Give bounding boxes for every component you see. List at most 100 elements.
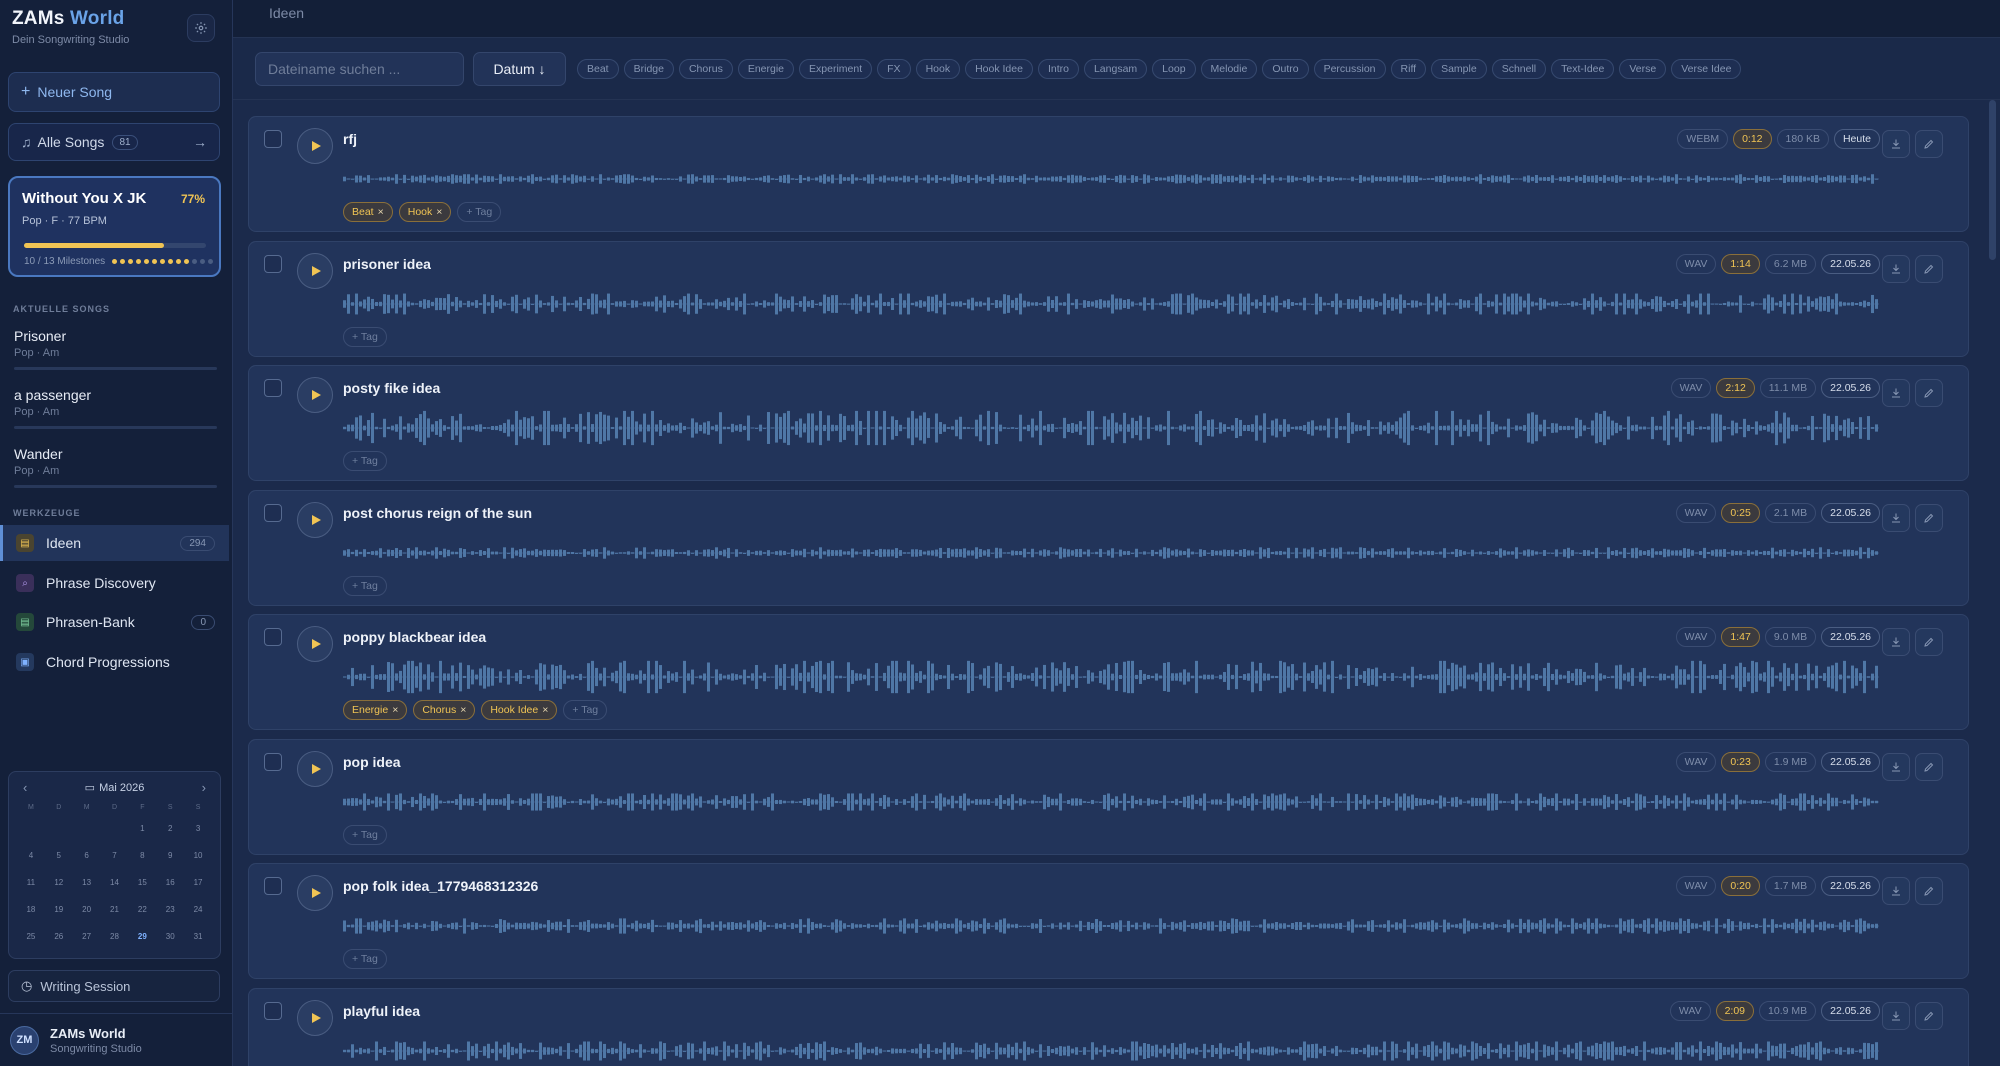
waveform[interactable]	[343, 906, 1879, 946]
calendar-day[interactable]: 17	[184, 869, 212, 896]
download-button[interactable]	[1882, 254, 1910, 283]
download-button[interactable]	[1882, 503, 1910, 532]
add-tag-button[interactable]: + Tag	[343, 451, 387, 471]
close-icon[interactable]: ×	[436, 206, 442, 218]
download-button[interactable]	[1882, 628, 1910, 656]
filter-tag-chip[interactable]: Experiment	[799, 59, 873, 79]
select-checkbox[interactable]	[264, 379, 282, 397]
calendar-day[interactable]: 19	[45, 896, 73, 923]
filter-tag-chip[interactable]: Outro	[1262, 59, 1309, 79]
download-button[interactable]	[1882, 379, 1910, 407]
writing-session-button[interactable]: ◷ Writing Session	[8, 970, 220, 1002]
user-footer[interactable]: ZM ZAMs World Songwriting Studio	[0, 1013, 233, 1066]
calendar-day[interactable]: 11	[17, 869, 45, 896]
add-tag-button[interactable]: + Tag	[343, 575, 387, 596]
edit-button[interactable]	[1915, 503, 1943, 532]
play-button[interactable]	[297, 252, 333, 289]
waveform[interactable]	[343, 657, 1879, 697]
edit-button[interactable]	[1915, 628, 1943, 656]
filter-tag-chip[interactable]: Melodie	[1200, 59, 1258, 79]
chevron-left-icon[interactable]: ‹	[23, 780, 27, 795]
calendar-day[interactable]: 21	[101, 896, 129, 923]
waveform[interactable]	[343, 408, 1879, 448]
play-button[interactable]	[297, 128, 333, 164]
filter-tag-chip[interactable]: Hook	[915, 59, 961, 79]
new-song-button[interactable]: + Neuer Song	[8, 72, 220, 112]
recent-song[interactable]: Prisoner Pop · Am	[14, 328, 217, 370]
calendar-day[interactable]: 20	[73, 896, 101, 923]
select-checkbox[interactable]	[264, 130, 282, 148]
calendar-day[interactable]: 13	[73, 869, 101, 896]
calendar-day[interactable]: 8	[128, 842, 156, 869]
download-button[interactable]	[1882, 877, 1910, 905]
edit-button[interactable]	[1915, 379, 1943, 407]
close-icon[interactable]: ×	[392, 704, 398, 716]
tool-phrase-discovery[interactable]: ⌕ Phrase Discovery	[0, 565, 229, 601]
calendar-day[interactable]: 3	[184, 815, 212, 842]
filter-tag-chip[interactable]: Chorus	[678, 59, 733, 79]
calendar-day[interactable]: 12	[45, 869, 73, 896]
filter-tag-chip[interactable]: Schnell	[1491, 59, 1547, 79]
tool-phrasen-bank[interactable]: ▤ Phrasen-Bank 0	[0, 604, 229, 640]
calendar-day[interactable]: 16	[156, 869, 184, 896]
tool-chord-progressions[interactable]: ▣ Chord Progressions	[0, 644, 229, 680]
filter-tag-chip[interactable]: Beat	[577, 59, 619, 79]
current-song-card[interactable]: Without You X JK 77% Pop · F · 77 BPM 10…	[8, 176, 221, 277]
calendar-day[interactable]: 5	[45, 842, 73, 869]
calendar-day[interactable]: 25	[17, 923, 45, 950]
tool-ideen[interactable]: ▤ Ideen 294	[0, 525, 229, 561]
idea-card[interactable]: pop idea WAV 0:23 1.9 MB 22.05.26 + Tag	[248, 738, 1969, 855]
recent-song[interactable]: Wander Pop · Am	[14, 446, 217, 488]
idea-card[interactable]: pop folk idea_1779468312326 WAV 0:20 1.7 MB…	[248, 863, 1969, 979]
idea-tag[interactable]: Beat ×	[343, 202, 393, 222]
waveform[interactable]	[343, 782, 1879, 822]
idea-tag[interactable]: Energie ×	[343, 700, 408, 720]
play-button[interactable]	[297, 377, 333, 413]
calendar-day[interactable]: 27	[73, 923, 101, 950]
edit-button[interactable]	[1915, 254, 1943, 283]
calendar-day[interactable]: 24	[184, 896, 212, 923]
calendar-day[interactable]: 7	[101, 842, 129, 869]
filter-tag-chip[interactable]: Bridge	[623, 59, 674, 79]
select-checkbox[interactable]	[264, 752, 282, 771]
filter-tag-chip[interactable]: Riff	[1390, 59, 1427, 79]
idea-card[interactable]: playful ideaWAV2:0910.9 MB22.05.26+ Tag	[248, 987, 1969, 1066]
all-songs-button[interactable]: ♫ Alle Songs 81 →	[8, 123, 220, 161]
close-icon[interactable]: ×	[542, 704, 548, 716]
idea-card[interactable]: rfj WEBM 0:12 180 KB Heute Beat × Hook × + Tag	[248, 116, 1969, 232]
calendar-day[interactable]: 18	[17, 896, 45, 923]
play-button[interactable]	[297, 501, 333, 538]
edit-button[interactable]	[1915, 752, 1943, 781]
idea-card[interactable]: posty fike idea WAV 2:12 11.1 MB 22.05.26 + T…	[248, 365, 1969, 481]
edit-button[interactable]	[1915, 130, 1943, 158]
filter-tag-chip[interactable]: Verse	[1619, 59, 1667, 79]
filter-tag-chip[interactable]: Langsam	[1083, 59, 1148, 79]
select-checkbox[interactable]	[264, 877, 282, 895]
add-tag-button[interactable]: + Tag	[457, 202, 502, 222]
calendar-day[interactable]: 29	[128, 923, 156, 950]
calendar-day[interactable]: 26	[45, 923, 73, 950]
filter-tag-chip[interactable]: Intro	[1037, 59, 1079, 79]
filter-tag-chip[interactable]: Sample	[1431, 59, 1487, 79]
calendar-day[interactable]: 23	[156, 896, 184, 923]
waveform[interactable]	[343, 1031, 1879, 1066]
calendar-day[interactable]: 22	[128, 896, 156, 923]
play-button[interactable]	[297, 999, 333, 1036]
edit-button[interactable]	[1915, 1001, 1943, 1030]
close-icon[interactable]: ×	[460, 704, 466, 716]
filter-tag-chip[interactable]: Percussion	[1313, 59, 1386, 79]
filter-tag-chip[interactable]: Energie	[737, 59, 795, 79]
calendar-day[interactable]: 4	[17, 842, 45, 869]
calendar-day[interactable]: 14	[101, 869, 129, 896]
filter-tag-chip[interactable]: Text-Idee	[1551, 59, 1615, 79]
search-input[interactable]	[255, 52, 464, 86]
waveform[interactable]	[343, 284, 1879, 324]
select-checkbox[interactable]	[264, 254, 282, 273]
filter-tag-chip[interactable]: FX	[877, 59, 911, 79]
filter-tag-chip[interactable]: Loop	[1152, 59, 1196, 79]
calendar-day[interactable]: 10	[184, 842, 212, 869]
add-tag-button[interactable]: + Tag	[343, 949, 387, 969]
idea-card[interactable]: poppy blackbear idea WAV 1:47 9.0 MB 22.05.2…	[248, 614, 1969, 730]
calendar-day[interactable]: 2	[156, 815, 184, 842]
calendar-day[interactable]: 30	[156, 923, 184, 950]
